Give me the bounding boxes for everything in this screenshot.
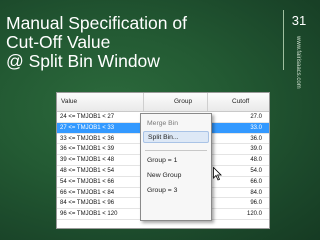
cell-value: 24 <= TMJOB1 < 27 xyxy=(60,114,115,120)
menu-item-merge-bin[interactable]: Merge Bin xyxy=(147,118,207,130)
cell-value: 54 <= TMJOB1 < 66 xyxy=(60,178,115,185)
side-url: www.fairisaacs.com xyxy=(295,36,301,89)
context-menu: Merge Bin Split Bin... Group = 1 New Gro… xyxy=(140,113,212,221)
header-cutoff[interactable]: Cutoff xyxy=(232,98,249,105)
menu-item-split-bin[interactable]: Split Bin... xyxy=(143,131,209,143)
cell-value: 33 <= TMJOB1 < 36 xyxy=(60,135,115,142)
cell-value: 39 <= TMJOB1 < 48 xyxy=(60,157,115,164)
header-group[interactable]: Group xyxy=(174,98,192,105)
divider-line xyxy=(283,10,284,70)
column-separator xyxy=(207,93,208,111)
cell-value: 96 <= TMJOB1 < 120 xyxy=(60,211,118,218)
cell-cutoff[interactable]: 48.0 xyxy=(250,157,262,163)
cell-cutoff[interactable]: 27.0 xyxy=(250,114,262,120)
title-line-1: Manual Specification of xyxy=(6,13,187,33)
slide-background: Manual Specification of Cut-Off Value @ … xyxy=(0,0,320,240)
menu-item-new-group[interactable]: New Group xyxy=(147,170,207,182)
header-value[interactable]: Value xyxy=(61,98,77,105)
cell-cutoff[interactable]: 120.0 xyxy=(247,211,262,217)
cell-cutoff[interactable]: 66.0 xyxy=(250,179,262,185)
cell-value: 27 <= TMJOB1 < 33 xyxy=(60,124,115,131)
menu-item-group-3[interactable]: Group = 3 xyxy=(147,185,207,197)
mouse-pointer-icon xyxy=(213,167,222,181)
cell-value: 84 <= TMJOB1 < 96 xyxy=(60,200,115,207)
cell-cutoff[interactable]: 36.0 xyxy=(250,136,262,142)
slide-title: Manual Specification of Cut-Off Value @ … xyxy=(6,14,256,71)
cell-cutoff[interactable]: 39.0 xyxy=(250,146,262,152)
column-separator xyxy=(143,93,144,111)
cell-cutoff[interactable]: 84.0 xyxy=(250,190,262,196)
cell-cutoff[interactable]: 33.0 xyxy=(250,125,262,131)
table-header: Value Group Cutoff xyxy=(57,93,269,112)
cell-value: 66 <= TMJOB1 < 84 xyxy=(60,189,115,196)
menu-item-group-1[interactable]: Group = 1 xyxy=(147,155,207,167)
menu-separator xyxy=(145,150,207,151)
title-line-3: @ Split Bin Window xyxy=(6,51,160,71)
cell-cutoff[interactable]: 54.0 xyxy=(250,168,262,174)
cell-value: 36 <= TMJOB1 < 39 xyxy=(60,146,115,153)
page-number: 31 xyxy=(291,13,307,28)
title-line-2: Cut-Off Value xyxy=(6,32,111,52)
cell-cutoff[interactable]: 96.0 xyxy=(250,200,262,206)
cell-value: 48 <= TMJOB1 < 54 xyxy=(60,167,115,174)
